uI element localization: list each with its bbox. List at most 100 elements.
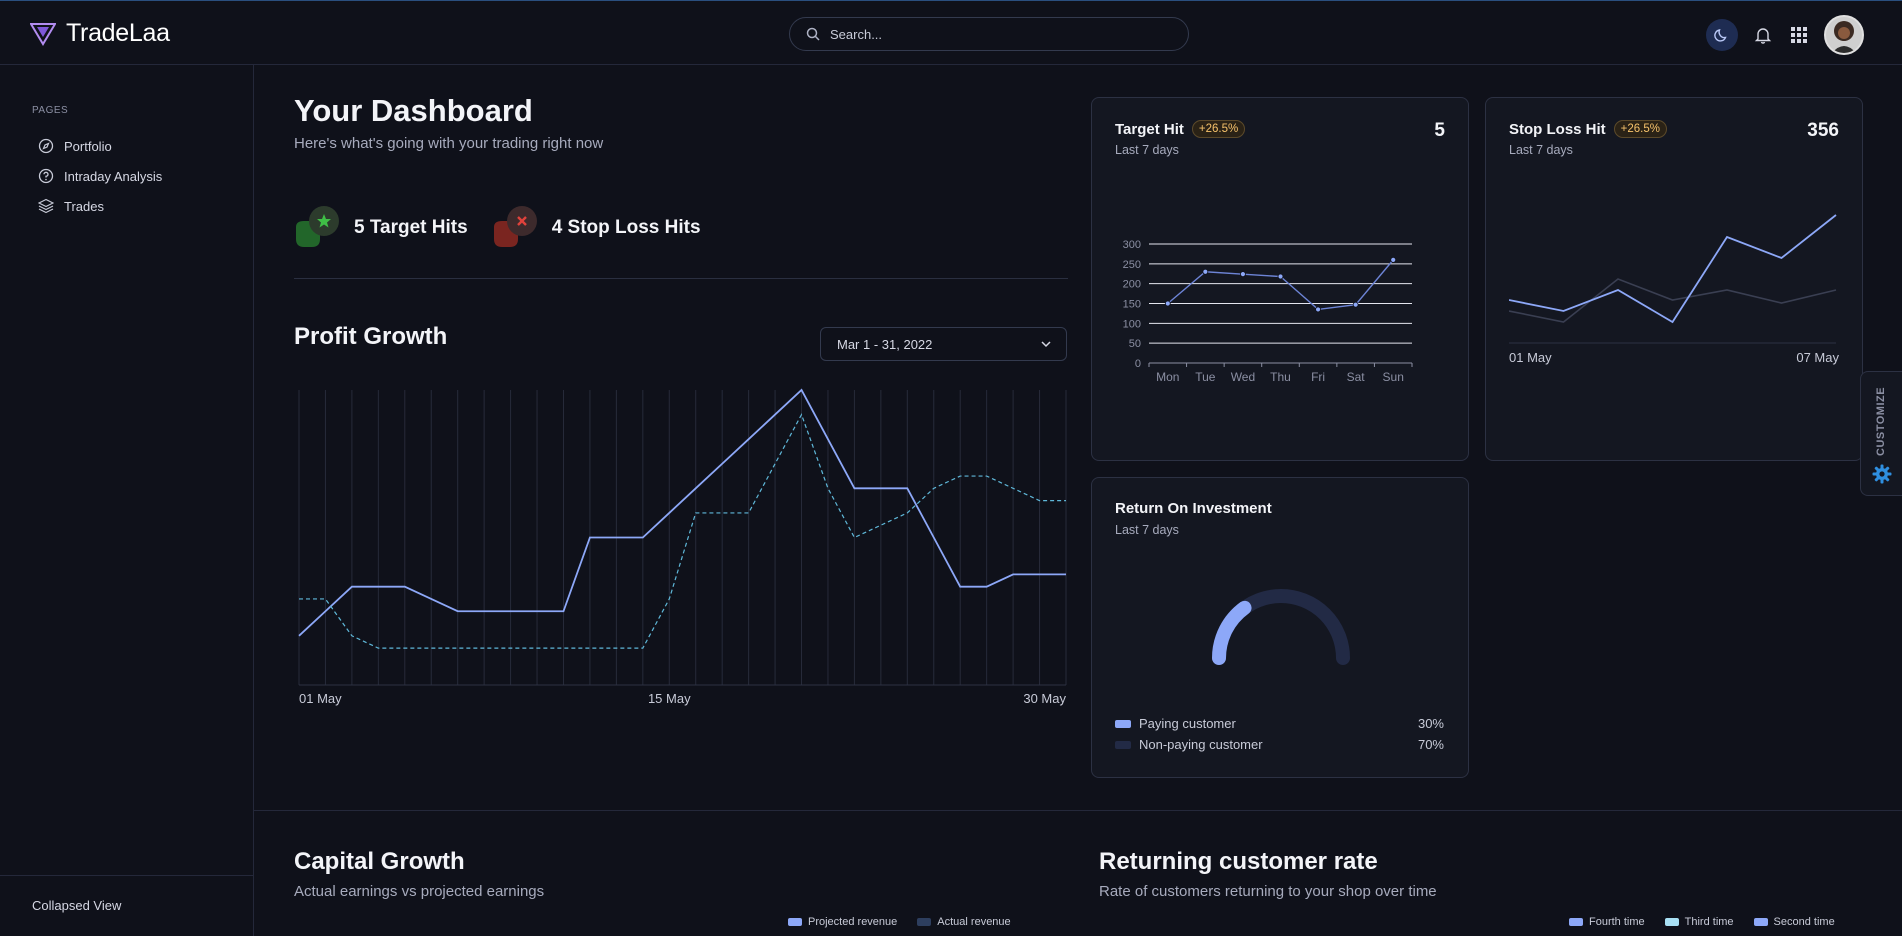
- x-tick-label: Wed: [1231, 370, 1255, 384]
- bottom-section: Capital Growth Actual earnings vs projec…: [254, 810, 1902, 936]
- sidebar-item-trades[interactable]: Trades: [38, 191, 162, 221]
- legend-paying: Paying customer 30%: [1115, 716, 1444, 731]
- logo-icon: [30, 22, 56, 46]
- capital-growth-title: Capital Growth: [294, 848, 465, 875]
- notifications-button[interactable]: [1752, 24, 1774, 46]
- date-range-value: Mar 1 - 31, 2022: [837, 336, 933, 352]
- legend-item-projected[interactable]: Projected revenue: [788, 916, 897, 928]
- bell-icon: [1754, 28, 1772, 44]
- x-tick-label: 15 May: [648, 691, 691, 706]
- stop-loss-badge: [492, 205, 538, 251]
- card-period: Last 7 days: [1509, 143, 1573, 157]
- moon-icon: [1714, 29, 1727, 42]
- target-hit-title: Target Hit: [1115, 120, 1184, 138]
- legend-item-second[interactable]: Second time: [1753, 916, 1835, 928]
- roi-title: Return On Investment: [1115, 500, 1272, 517]
- search-input[interactable]: [830, 26, 1170, 42]
- legend-swatch: [788, 918, 802, 926]
- x-tick-label: Mon: [1156, 370, 1179, 384]
- search-icon: [806, 27, 820, 41]
- card-title-row: Return On Investment: [1115, 500, 1272, 517]
- data-point: [1277, 273, 1284, 280]
- user-avatar[interactable]: [1824, 15, 1864, 55]
- series-line-secondary: [1509, 278, 1837, 323]
- app-name: TradeLaa: [66, 19, 170, 47]
- collapsed-view-toggle[interactable]: Collapsed View: [32, 898, 121, 913]
- target-hit-card: Target Hit +26.5% Last 7 days 5 0 50 100 15…: [1091, 97, 1469, 461]
- legend-non-paying: Non-paying customer 70%: [1115, 737, 1444, 752]
- legend-swatch: [1115, 719, 1131, 728]
- data-point: [1390, 256, 1397, 263]
- date-range-select[interactable]: Mar 1 - 31, 2022: [820, 327, 1067, 361]
- stop-loss-value: 356: [1807, 120, 1839, 141]
- x-tick-label: Sat: [1347, 370, 1366, 384]
- capital-growth-legend: Projected revenue Actual revenue: [788, 916, 1011, 928]
- target-hits-label: 5 Target Hits: [354, 217, 468, 238]
- search-box[interactable]: [789, 17, 1189, 51]
- legend-label: Third time: [1684, 916, 1734, 928]
- sidebar-item-label: Intraday Analysis: [64, 168, 163, 184]
- stop-loss-title: Stop Loss Hit: [1509, 120, 1606, 138]
- returning-rate-title: Returning customer rate: [1099, 848, 1378, 875]
- stop-loss-chart: [1509, 214, 1837, 344]
- legend-value: 30%: [1417, 716, 1444, 731]
- legend-swatch: [1664, 918, 1679, 926]
- close-badge-icon: [493, 206, 537, 247]
- y-tick-label: 100: [1123, 318, 1141, 330]
- data-point: [1352, 301, 1359, 308]
- card-title-row: Target Hit +26.5%: [1115, 120, 1246, 138]
- sidebar-item-portfolio[interactable]: Portfolio: [38, 131, 162, 161]
- profit-growth-title: Profit Growth: [294, 323, 448, 350]
- user-photo-icon: [1826, 17, 1862, 53]
- card-period: Last 7 days: [1115, 523, 1179, 537]
- legend-item-fourth[interactable]: Fourth time: [1569, 916, 1645, 928]
- target-hit-chart: 0 50 100 150 200 250 300 Mon Tue Wed Thu Fri Sat Sun: [1123, 239, 1413, 384]
- card-title-row: Stop Loss Hit +26.5%: [1509, 120, 1667, 138]
- change-badge: +26.5%: [1613, 120, 1667, 138]
- hits-summary: 5 Target Hits 4 Stop Loss Hits: [294, 205, 725, 251]
- target-hit-badge: [294, 205, 340, 251]
- legend-swatch: [1115, 740, 1131, 749]
- legend-swatch: [917, 918, 932, 926]
- customize-label: CUSTOMIZE: [1875, 386, 1887, 456]
- x-axis-end-label: 07 May: [1796, 350, 1839, 365]
- y-tick-label: 150: [1123, 299, 1141, 311]
- stop-loss-card: Stop Loss Hit +26.5% Last 7 days 356 01 …: [1485, 97, 1863, 461]
- legend-item-third[interactable]: Third time: [1664, 916, 1734, 928]
- sidebar-nav: Portfolio Intraday Analysis Trades: [38, 131, 162, 221]
- series-line-dashed: [299, 413, 1066, 649]
- legend-label: Second time: [1773, 916, 1835, 928]
- data-point: [1315, 306, 1321, 313]
- sidebar-item-intraday-analysis[interactable]: Intraday Analysis: [38, 161, 162, 191]
- sidebar-footer: Collapsed View: [0, 875, 253, 936]
- stop-loss-hits-summary: 4 Stop Loss Hits: [492, 205, 701, 251]
- profit-growth-chart: 01 May 15 May 30 May: [298, 388, 1067, 706]
- layers-icon: [38, 198, 54, 214]
- legend-value: 70%: [1417, 737, 1444, 752]
- sidebar: PAGES Portfolio Intraday Analysis Trades: [0, 65, 254, 936]
- roi-gauge-chart: [1212, 589, 1350, 665]
- apps-grid-button[interactable]: [1788, 24, 1810, 46]
- returning-rate-legend: Fourth time Third time Second time: [1569, 916, 1835, 928]
- legend-item-actual[interactable]: Actual revenue: [917, 916, 1011, 928]
- app-logo[interactable]: TradeLaa: [30, 19, 170, 48]
- page-title: Your Dashboard: [294, 93, 533, 128]
- x-tick-label: Tue: [1195, 370, 1216, 384]
- compass-icon: [38, 138, 54, 154]
- top-bar: TradeLaa: [0, 0, 1902, 65]
- y-tick-label: 200: [1123, 279, 1141, 291]
- legend-label: Actual revenue: [937, 916, 1011, 928]
- customize-panel-tab[interactable]: CUSTOMIZE: [1860, 371, 1902, 496]
- x-tick-label: Fri: [1311, 370, 1325, 384]
- series-line: [1167, 259, 1394, 311]
- series-line-solid: [298, 388, 1066, 637]
- top-right-actions: [1706, 15, 1864, 55]
- target-hit-value: 5: [1434, 120, 1445, 141]
- y-tick-label: 50: [1129, 338, 1141, 350]
- returning-rate-subtitle: Rate of customers returning to your shop…: [1099, 883, 1437, 900]
- theme-toggle-button[interactable]: [1706, 19, 1738, 51]
- roi-card: Return On Investment Last 7 days Paying …: [1091, 477, 1469, 778]
- chevron-down-icon: [1041, 341, 1051, 348]
- help-circle-icon: [38, 168, 54, 184]
- sidebar-section-title: PAGES: [32, 105, 69, 116]
